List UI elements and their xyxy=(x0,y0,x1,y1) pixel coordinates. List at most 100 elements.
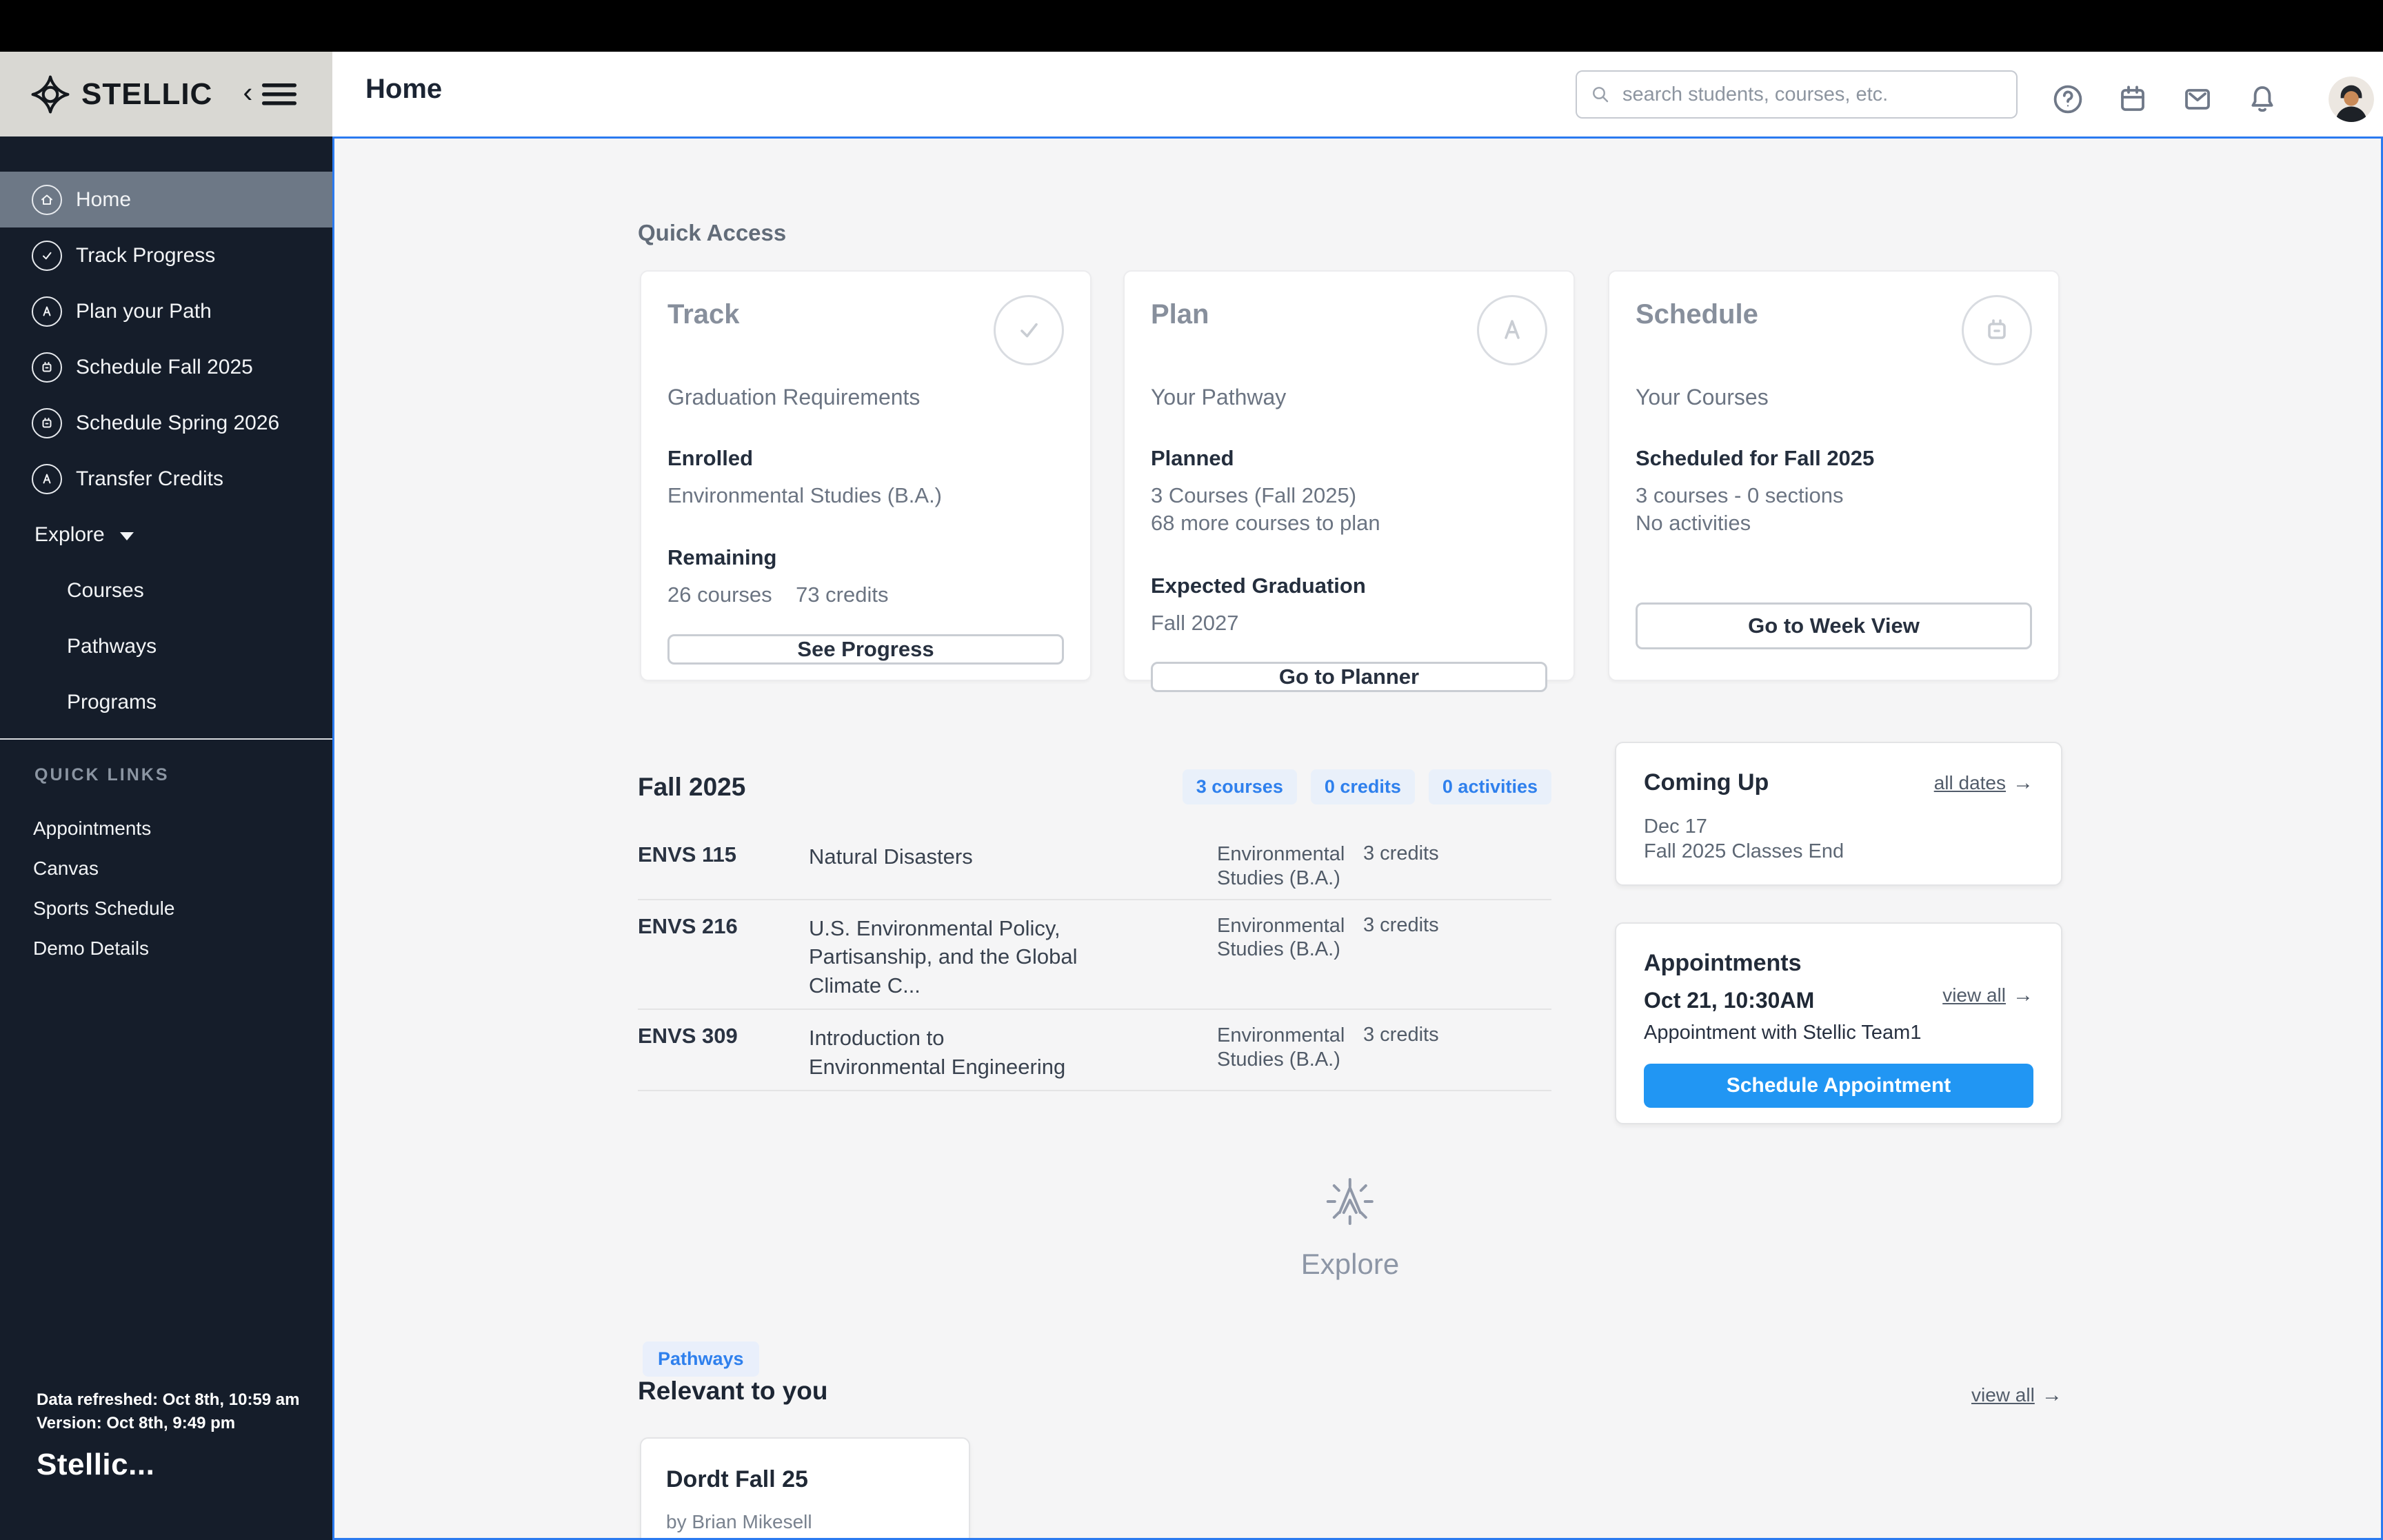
expected-graduation-label: Expected Graduation xyxy=(1151,573,1366,598)
sidebar-item-label: Pathways xyxy=(67,634,157,658)
appointments-title: Appointments xyxy=(1644,950,1802,976)
check-icon xyxy=(32,240,62,271)
sidebar-item-transfer-credits[interactable]: Transfer Credits xyxy=(0,451,332,507)
stellic-wordmark: Stellic... xyxy=(37,1448,155,1481)
chevron-down-icon xyxy=(119,531,134,547)
sidebar-item-label: Courses xyxy=(67,578,144,602)
hamburger-menu-icon[interactable] xyxy=(259,81,299,108)
quick-links: Appointments Canvas Sports Schedule Demo… xyxy=(0,809,332,969)
sidebar-item-label: Track Progress xyxy=(76,243,216,267)
help-icon[interactable] xyxy=(2051,83,2084,116)
course-credits: 3 credits xyxy=(1363,913,1439,936)
quick-link-appointments[interactable]: Appointments xyxy=(0,809,332,849)
schedule-circle-icon xyxy=(1962,295,2032,365)
sidebar-item-schedule-fall-2025[interactable]: Schedule Fall 2025 xyxy=(0,339,332,395)
sidebar-footer: Data refreshed: Oct 8th, 10:59 am Versio… xyxy=(37,1388,299,1482)
coming-up-event: Fall 2025 Classes End xyxy=(1644,840,1844,863)
search-box[interactable] xyxy=(1576,70,2018,119)
quick-link-demo-details[interactable]: Demo Details xyxy=(0,929,332,969)
header: Home xyxy=(332,52,2383,136)
relevant-to-you-heading: Relevant to you xyxy=(638,1377,828,1405)
sidebar-item-label: Explore xyxy=(34,523,105,546)
bell-icon[interactable] xyxy=(2246,83,2279,116)
course-program: Environmental Studies (B.A.) xyxy=(1217,914,1345,961)
view-all-relevant-link[interactable]: view all → xyxy=(1971,1384,2062,1407)
quick-links-heading: QUICK LINKS xyxy=(34,765,170,784)
enrolled-label: Enrolled xyxy=(667,446,754,470)
view-all-appointments-link[interactable]: view all → xyxy=(1942,984,2033,1007)
sidebar-divider xyxy=(0,738,332,740)
sidebar-item-home[interactable]: Home xyxy=(0,172,332,227)
sidebar-item-pathways[interactable]: Pathways xyxy=(0,618,332,674)
go-to-week-view-button[interactable]: Go to Week View xyxy=(1636,602,2032,649)
card-title: Track xyxy=(667,299,740,330)
courses-badge: 3 courses xyxy=(1182,769,1297,804)
all-dates-link[interactable]: all dates → xyxy=(1934,771,2033,795)
fall-2025-course-table: ENVS 115 Natural Disasters Environmental… xyxy=(638,829,1551,1091)
course-row[interactable]: ENVS 309 Introduction to Environmental E… xyxy=(638,1010,1551,1091)
course-row[interactable]: ENVS 115 Natural Disasters Environmental… xyxy=(638,829,1551,900)
course-program: Environmental Studies (B.A.) xyxy=(1217,1024,1345,1071)
course-program: Environmental Studies (B.A.) xyxy=(1217,843,1345,889)
mail-icon[interactable] xyxy=(2181,83,2214,116)
collapse-sidebar-icon[interactable]: ‹ xyxy=(243,77,252,107)
track-card: Track Graduation Requirements Enrolled E… xyxy=(640,270,1092,681)
remaining-label: Remaining xyxy=(667,545,777,570)
fall-2025-header: Fall 2025 3 courses 0 credits 0 activiti… xyxy=(638,769,1551,804)
version-text: Version: Oct 8th, 9:49 pm xyxy=(37,1414,236,1432)
stellic-home-page: STELLIC ‹ Home search students, courses,… xyxy=(0,0,2383,1540)
appointment-description: Appointment with Stellic Team1 xyxy=(1644,1022,1922,1044)
explore-compass-icon xyxy=(1327,1178,1374,1225)
schedule-appointment-button[interactable]: Schedule Appointment xyxy=(1644,1064,2033,1108)
navigate-icon xyxy=(32,463,62,494)
scheduled-value: 3 courses - 0 sections No activities xyxy=(1636,483,1844,536)
page-title: Home xyxy=(365,74,443,104)
quick-link-sports-schedule[interactable]: Sports Schedule xyxy=(0,889,332,929)
card-title: Plan xyxy=(1151,299,1209,330)
pathways-tab[interactable]: Pathways xyxy=(643,1341,759,1377)
logo-wordmark: STELLIC xyxy=(81,77,213,111)
schedule-card: Schedule Your Courses Scheduled for Fall… xyxy=(1608,270,2060,681)
check-circle-icon xyxy=(994,295,1064,365)
quick-link-canvas[interactable]: Canvas xyxy=(0,849,332,889)
explore-label: Explore xyxy=(1300,1248,1400,1280)
coming-up-date: Dec 17 xyxy=(1644,815,1707,838)
card-title: Schedule xyxy=(1636,299,1758,330)
fall-2025-badges: 3 courses 0 credits 0 activities xyxy=(1182,769,1551,804)
arrow-right-icon: → xyxy=(2013,983,2033,1006)
calendar-icon[interactable] xyxy=(2116,83,2149,116)
course-row[interactable]: ENVS 216 U.S. Environmental Policy, Part… xyxy=(638,900,1551,1011)
sidebar-item-label: Schedule Fall 2025 xyxy=(76,355,253,378)
coming-up-card: Coming Up all dates → Dec 17 Fall 2025 Cl… xyxy=(1615,742,2062,886)
user-avatar[interactable] xyxy=(2329,77,2374,122)
main-content: Quick Access Track Graduation Requiremen… xyxy=(332,136,2383,1540)
go-to-planner-button[interactable]: Go to Planner xyxy=(1151,661,1547,692)
sidebar-item-label: Transfer Credits xyxy=(76,467,223,490)
scheduled-label: Scheduled for Fall 2025 xyxy=(1636,446,1875,470)
sidebar-item-courses[interactable]: Courses xyxy=(0,563,332,618)
sidebar-item-schedule-spring-2026[interactable]: Schedule Spring 2026 xyxy=(0,395,332,451)
logo-area: STELLIC ‹ xyxy=(0,52,332,136)
sidebar-item-plan-your-path[interactable]: Plan your Path xyxy=(0,283,332,339)
sidebar-item-explore[interactable]: Explore xyxy=(0,507,332,563)
course-title: Introduction to Environmental Engineerin… xyxy=(809,1026,1066,1079)
quick-access-heading: Quick Access xyxy=(638,220,787,245)
search-input[interactable] xyxy=(1621,82,2004,107)
sidebar-item-label: Schedule Spring 2026 xyxy=(76,411,280,434)
card-subtitle: Your Pathway xyxy=(1151,385,1287,409)
course-credits: 3 credits xyxy=(1363,1024,1439,1046)
fall-2025-heading: Fall 2025 xyxy=(638,772,746,801)
pathway-card-dordt[interactable]: Dordt Fall 25 by Brian Mikesell xyxy=(640,1437,970,1538)
card-subtitle: Your Courses xyxy=(1636,385,1769,409)
sidebar-item-track-progress[interactable]: Track Progress xyxy=(0,227,332,283)
appointments-card: Appointments Oct 21, 10:30AM view all → A… xyxy=(1615,922,2062,1124)
planned-value: 3 Courses (Fall 2025) 68 more courses to… xyxy=(1151,483,1380,536)
course-title: U.S. Environmental Policy, Partisanship,… xyxy=(809,915,1078,998)
explore-empty-state: Explore xyxy=(1301,1173,1399,1281)
course-code: ENVS 216 xyxy=(638,913,738,938)
see-progress-button[interactable]: See Progress xyxy=(667,634,1064,665)
pathway-title: Dordt Fall 25 xyxy=(666,1466,808,1492)
schedule-icon xyxy=(32,407,62,438)
sidebar-item-programs[interactable]: Programs xyxy=(0,674,332,730)
data-refreshed-text: Data refreshed: Oct 8th, 10:59 am xyxy=(37,1390,300,1409)
